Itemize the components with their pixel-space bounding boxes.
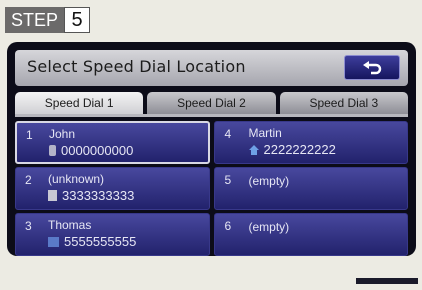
empty-label: (empty) <box>248 220 290 234</box>
tab-underline <box>15 114 408 117</box>
back-button[interactable] <box>344 55 400 80</box>
slot-index: 1 <box>26 128 33 142</box>
contact-name: Martin <box>248 126 282 140</box>
contact-number: 0000000000 <box>49 143 133 158</box>
back-arrow-icon <box>363 60 382 74</box>
page-title: Select Speed Dial Location <box>27 57 246 76</box>
speed-dial-tabs: Speed Dial 1 Speed Dial 2 Speed Dial 3 <box>15 92 408 114</box>
speed-dial-grid: 1 John 0000000000 2 (unknown) 3333333333… <box>15 121 408 256</box>
header-bar: Select Speed Dial Location <box>15 50 408 86</box>
slot-index: 6 <box>224 219 232 233</box>
slot-index: 2 <box>25 173 32 187</box>
tab-speed-dial-2[interactable]: Speed Dial 2 <box>147 92 276 114</box>
speed-dial-slot-6[interactable]: 6 (empty) <box>213 213 408 256</box>
speed-dial-slot-3[interactable]: 3 Thomas 5555555555 <box>15 213 210 256</box>
home-phone-icon <box>248 144 259 155</box>
step-indicator: STEP 5 <box>5 7 91 33</box>
display-screen: Select Speed Dial Location Speed Dial 1 … <box>7 42 416 256</box>
figure-code-strip <box>356 278 418 284</box>
speed-dial-slot-2[interactable]: 2 (unknown) 3333333333 <box>15 167 210 210</box>
step-number: 5 <box>64 7 91 33</box>
step-label: STEP <box>5 7 65 33</box>
contact-name: John <box>49 127 76 141</box>
phone-number: 2222222222 <box>263 142 336 157</box>
slot-index: 4 <box>224 127 232 141</box>
contact-name: Thomas <box>48 218 92 232</box>
contact-number: 3333333333 <box>48 188 134 203</box>
contact-name: (unknown) <box>48 172 105 186</box>
slot-index: 3 <box>25 219 32 233</box>
other-phone-icon <box>48 236 59 247</box>
mobile-phone-icon <box>49 145 56 156</box>
phone-number: 5555555555 <box>64 234 137 249</box>
speed-dial-slot-5[interactable]: 5 (empty) <box>213 167 408 210</box>
office-phone-icon <box>48 190 57 201</box>
phone-number: 3333333333 <box>62 188 135 203</box>
contact-number: 2222222222 <box>248 142 336 157</box>
speed-dial-slot-1[interactable]: 1 John 0000000000 <box>15 121 210 164</box>
empty-label: (empty) <box>248 174 290 188</box>
contact-number: 5555555555 <box>48 234 136 249</box>
phone-number: 0000000000 <box>61 143 134 158</box>
slot-index: 5 <box>224 173 232 187</box>
speed-dial-slot-4[interactable]: 4 Martin 2222222222 <box>213 121 408 164</box>
tab-speed-dial-3[interactable]: Speed Dial 3 <box>279 92 408 114</box>
tab-speed-dial-1[interactable]: Speed Dial 1 <box>15 92 144 114</box>
